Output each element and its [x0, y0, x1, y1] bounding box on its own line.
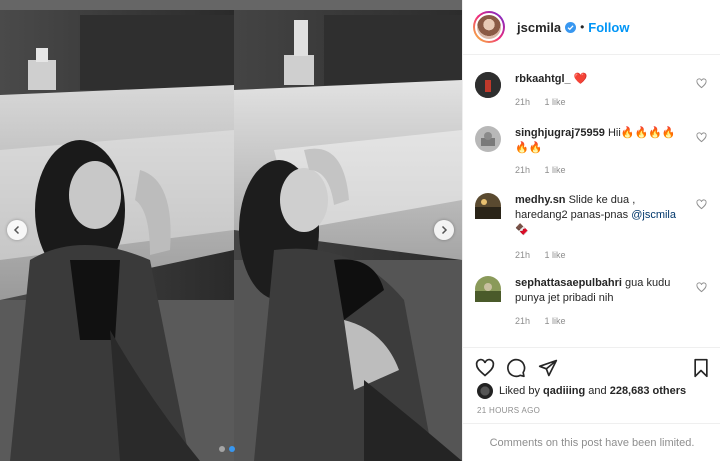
- heart-icon[interactable]: [696, 282, 707, 293]
- comment-username[interactable]: singhjugraj75959: [515, 127, 605, 139]
- heart-icon[interactable]: [696, 132, 707, 143]
- heart-icon[interactable]: [696, 78, 707, 89]
- comment-item: medhy.sn Slide ke dua , haredang2 panas-…: [475, 193, 711, 263]
- likes-middle: and: [588, 385, 607, 397]
- comments-list: rbkaahtgl_ ❤️ 21h 1 like singhjugraj7595…: [463, 55, 720, 347]
- chevron-right-icon: [441, 225, 448, 235]
- commenter-avatar[interactable]: [475, 193, 501, 219]
- comment-item: rbkaahtgl_ ❤️ 21h 1 like: [475, 72, 711, 114]
- comment-meta: 21h 1 like: [515, 316, 578, 326]
- comment-likes[interactable]: 1 like: [545, 165, 566, 175]
- post-photo-2: [234, 0, 462, 461]
- comment-username[interactable]: rbkaahtgl_: [515, 73, 571, 85]
- comment-time: 21h: [515, 250, 531, 260]
- comment-username[interactable]: medhy.sn: [515, 194, 566, 206]
- comment-item: sephattasaepulbahri gua kudu punya jet p…: [475, 276, 711, 328]
- comment-mention[interactable]: @jscmila: [631, 209, 676, 221]
- comment-meta: 21h 1 like: [515, 250, 578, 260]
- likes-prefix: Liked by: [499, 385, 540, 397]
- comment-icon[interactable]: [506, 358, 526, 378]
- comment-time: 21h: [515, 316, 531, 326]
- comment-likes[interactable]: 1 like: [545, 250, 566, 260]
- post-header: jscmila • Follow: [463, 0, 720, 55]
- carousel-dot: [219, 446, 225, 452]
- liker-username[interactable]: qadiiing: [543, 385, 585, 397]
- post-photo-1: [0, 0, 234, 461]
- comment-emoji: 🍫: [515, 224, 529, 236]
- likes-count[interactable]: 228,683 others: [610, 385, 686, 397]
- heart-icon[interactable]: [475, 358, 495, 378]
- comment-username[interactable]: sephattasaepulbahri: [515, 277, 622, 289]
- post-media[interactable]: [0, 0, 462, 461]
- carousel-dot-active: [229, 446, 235, 452]
- likes-summary: Liked by qadiiing and 228,683 others: [477, 383, 686, 399]
- post-timestamp[interactable]: 21 HOURS AGO: [477, 406, 540, 415]
- bookmark-icon[interactable]: [691, 358, 711, 378]
- separator-dot: •: [580, 20, 585, 34]
- post-actions: [463, 347, 720, 387]
- carousel-indicator: [219, 446, 235, 452]
- chevron-left-icon: [13, 225, 20, 235]
- comment-meta: 21h 1 like: [515, 97, 578, 107]
- comment-time: 21h: [515, 165, 531, 175]
- share-icon[interactable]: [538, 358, 558, 378]
- comment-meta: 21h 1 like: [515, 165, 578, 175]
- comment-likes[interactable]: 1 like: [545, 97, 566, 107]
- verified-icon: [565, 21, 577, 33]
- carousel-next-button[interactable]: [434, 220, 454, 240]
- follow-button[interactable]: Follow: [588, 20, 629, 35]
- comment-likes[interactable]: 1 like: [545, 316, 566, 326]
- liker-avatar[interactable]: [477, 383, 493, 399]
- author-avatar[interactable]: [473, 11, 505, 43]
- comment-text: ❤️: [573, 73, 588, 85]
- comment-time: 21h: [515, 97, 531, 107]
- heart-icon[interactable]: [696, 199, 707, 210]
- commenter-avatar[interactable]: [475, 126, 501, 152]
- commenter-avatar[interactable]: [475, 72, 501, 98]
- post-sidebar: jscmila • Follow rbkaahtgl_ ❤️ 21h 1 lik…: [462, 0, 720, 461]
- comments-limited-notice: Comments on this post have been limited.: [463, 423, 720, 461]
- commenter-avatar[interactable]: [475, 276, 501, 302]
- author-username[interactable]: jscmila: [517, 20, 561, 35]
- comment-item: singhjugraj75959 Hii🔥🔥🔥🔥🔥🔥 21h 1 like: [475, 126, 711, 178]
- carousel-previous-button[interactable]: [7, 220, 27, 240]
